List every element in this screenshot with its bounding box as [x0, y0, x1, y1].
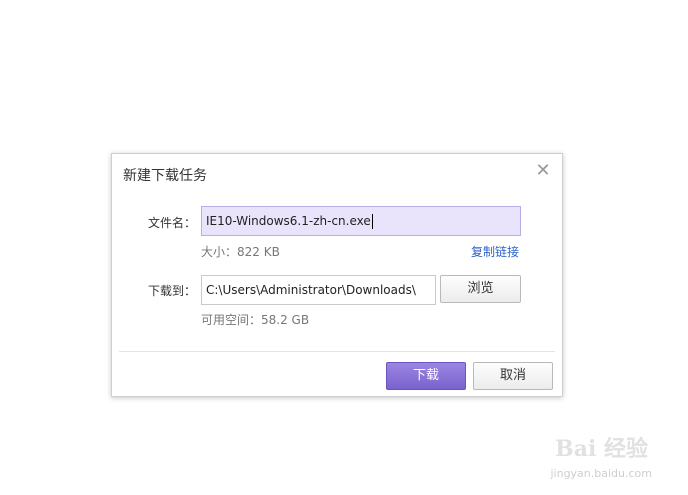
browse-button[interactable]: 浏览	[440, 275, 521, 303]
copy-link[interactable]: 复制链接	[471, 243, 519, 260]
dialog-title: 新建下载任务	[123, 168, 207, 184]
download-button[interactable]: 下载	[386, 362, 466, 390]
divider	[119, 351, 555, 352]
filename-label: 文件名：	[147, 216, 196, 230]
free-space-text: 可用空间：58.2 GB	[201, 313, 310, 327]
baidu-watermark-logo: Bai 经验	[555, 436, 648, 462]
filename-value: IE10-Windows6.1-zh-cn.exe	[206, 214, 371, 228]
filename-input[interactable]: IE10-Windows6.1-zh-cn.exe	[201, 206, 521, 236]
cancel-button[interactable]: 取消	[473, 362, 553, 390]
save-path-input[interactable]: C:\Users\Administrator\Downloads\	[201, 275, 436, 305]
text-caret	[371, 214, 373, 229]
file-size-text: 大小：822 KB	[201, 245, 280, 259]
baidu-watermark-url: jingyan.baidu.com	[550, 467, 652, 480]
save-to-label: 下载到：	[147, 284, 196, 298]
close-icon[interactable]: ✕	[534, 162, 552, 180]
new-download-dialog: 新建下载任务 ✕ 文件名： IE10-Windows6.1-zh-cn.exe …	[111, 153, 563, 397]
